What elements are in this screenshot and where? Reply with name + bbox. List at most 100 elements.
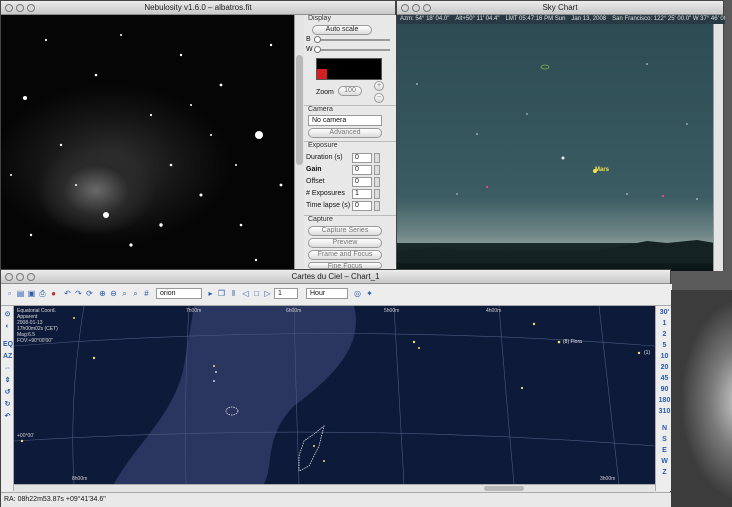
cdc-status-bar: RA: 08h22m53.87s +09°41'34.6"	[1, 492, 672, 507]
object-1-label[interactable]: (1)	[644, 350, 650, 356]
time-step-input[interactable]: 1	[274, 288, 298, 299]
open-icon[interactable]: ▤	[16, 289, 25, 299]
object-search-select[interactable]: orion	[156, 288, 202, 299]
eq-button[interactable]: EQ	[3, 340, 13, 349]
zenith-button[interactable]: Z	[657, 468, 672, 477]
west-button[interactable]: W	[657, 457, 672, 466]
copy-icon[interactable]: ❐	[217, 289, 226, 299]
nebulosity-titlebar[interactable]: Nebulosity v1.6.0 – albatros.fit	[1, 1, 395, 15]
ra-label-5h: 5h00m	[384, 308, 400, 314]
time-unit-select[interactable]: Hour	[306, 288, 348, 299]
mars-label[interactable]: Mars	[595, 167, 609, 173]
mirror-icon[interactable]: ⇕	[3, 376, 12, 385]
image-scrollbar[interactable]	[294, 15, 304, 269]
star-map-graphics	[14, 306, 655, 484]
fov-20-button[interactable]: 20	[657, 363, 672, 372]
time-lapse-stepper[interactable]	[374, 201, 380, 211]
exposures-stepper[interactable]	[374, 189, 380, 199]
cdc-titlebar[interactable]: Cartes du Ciel – Chart_1	[1, 270, 670, 284]
config-icon[interactable]: ●	[49, 289, 58, 299]
minimize-window-button[interactable]	[16, 4, 24, 12]
duration-input[interactable]: 0	[352, 153, 372, 163]
skychart-titlebar[interactable]: Sky Chart	[397, 1, 723, 15]
undo-view-icon[interactable]: ↶	[3, 412, 12, 421]
duration-stepper[interactable]	[374, 153, 380, 163]
find-icon[interactable]: ⌕	[131, 289, 140, 299]
forward-icon[interactable]: ▷	[263, 289, 272, 299]
grid-icon[interactable]: #	[142, 289, 151, 299]
advanced-button[interactable]: Advanced	[308, 128, 382, 138]
close-window-button[interactable]	[5, 273, 13, 281]
fov-310-button[interactable]: 310	[657, 407, 672, 416]
camera-select[interactable]: No camera	[308, 115, 382, 126]
sky-view[interactable]: Mars	[397, 24, 715, 271]
east-button[interactable]: E	[657, 446, 672, 455]
ra-label-6h: 6h00m	[286, 308, 302, 314]
zoom-out-icon[interactable]: ⊖	[109, 289, 118, 299]
fov-1-button[interactable]: 1	[657, 319, 672, 328]
fov-90-button[interactable]: 90	[657, 385, 672, 394]
pause-icon[interactable]: ‖	[229, 289, 238, 299]
compass-icon[interactable]: ✦	[365, 289, 374, 299]
white-slider-track	[314, 49, 390, 51]
goto-icon[interactable]: ▸	[206, 289, 215, 299]
back-icon[interactable]: ◁	[241, 289, 250, 299]
fov-10-button[interactable]: 10	[657, 352, 672, 361]
zoom-out-button[interactable]: −	[374, 93, 384, 103]
capture-series-button[interactable]: Capture Series	[308, 226, 382, 236]
map-horizontal-scrollbar[interactable]	[14, 484, 655, 492]
astro-image[interactable]	[1, 15, 294, 269]
close-window-button[interactable]	[401, 4, 409, 12]
white-slider[interactable]	[314, 46, 321, 53]
telescope-icon[interactable]: ⊙	[3, 310, 12, 319]
az-button[interactable]: AZ	[3, 352, 12, 361]
exposures-input[interactable]: 1	[352, 189, 372, 199]
zoom-in-button[interactable]: +	[374, 81, 384, 91]
new-chart-icon[interactable]: ▫	[5, 289, 14, 299]
auto-scale-button[interactable]: Auto scale	[312, 25, 372, 35]
zoom-in-icon[interactable]: ⊕	[98, 289, 107, 299]
gain-stepper[interactable]	[374, 165, 380, 175]
fov-2-button[interactable]: 2	[657, 330, 672, 339]
gain-input[interactable]: 0	[352, 165, 372, 175]
fov-30arcmin-button[interactable]: 30'	[657, 308, 672, 317]
fov-180-button[interactable]: 180	[657, 396, 672, 405]
north-button[interactable]: N	[657, 424, 672, 433]
fov-5-button[interactable]: 5	[657, 341, 672, 350]
search-icon[interactable]: ⌕	[120, 289, 129, 299]
save-icon[interactable]: ▣	[27, 289, 36, 299]
refresh-icon[interactable]: ⟳	[85, 289, 94, 299]
preview-button[interactable]: Preview	[308, 238, 382, 248]
stop-icon[interactable]: □	[252, 289, 261, 299]
undo-icon[interactable]: ↶	[63, 289, 72, 299]
zoom-window-button[interactable]	[27, 4, 35, 12]
zoom-value-button[interactable]: 100	[338, 86, 362, 96]
offset-input[interactable]: 0	[352, 177, 372, 187]
close-window-button[interactable]	[5, 4, 13, 12]
star-map[interactable]: Equatorial Coord. Apparent 2008-01-13 17…	[14, 306, 655, 484]
ra-label-3h: 3h00m	[600, 476, 616, 482]
camera-section-label: Camera	[304, 105, 397, 113]
eyepiece-icon[interactable]: ◐	[3, 322, 12, 331]
ra-label-8h: 8h00m	[72, 476, 88, 482]
redo-icon[interactable]: ↷	[74, 289, 83, 299]
fov-45-button[interactable]: 45	[657, 374, 672, 383]
desktop-background	[671, 290, 732, 507]
flora-label[interactable]: (8) Flora	[563, 339, 582, 345]
south-button[interactable]: S	[657, 435, 672, 444]
now-icon[interactable]: ◎	[353, 289, 362, 299]
zoom-window-button[interactable]	[27, 273, 35, 281]
fine-focus-button[interactable]: Fine Focus	[308, 262, 382, 270]
minimize-window-button[interactable]	[16, 273, 24, 281]
sky-scrollbar[interactable]	[713, 24, 723, 271]
offset-stepper[interactable]	[374, 177, 380, 187]
time-lapse-input[interactable]: 0	[352, 201, 372, 211]
zoom-window-button[interactable]	[423, 4, 431, 12]
print-icon[interactable]: ⎙	[38, 289, 47, 299]
black-slider[interactable]	[314, 36, 321, 43]
frame-focus-button[interactable]: Frame and Focus	[308, 250, 382, 260]
rotate-left-icon[interactable]: ↺	[3, 388, 12, 397]
minimize-window-button[interactable]	[412, 4, 420, 12]
flip-icon[interactable]: ⇔	[3, 364, 12, 373]
rotate-right-icon[interactable]: ↻	[3, 400, 12, 409]
